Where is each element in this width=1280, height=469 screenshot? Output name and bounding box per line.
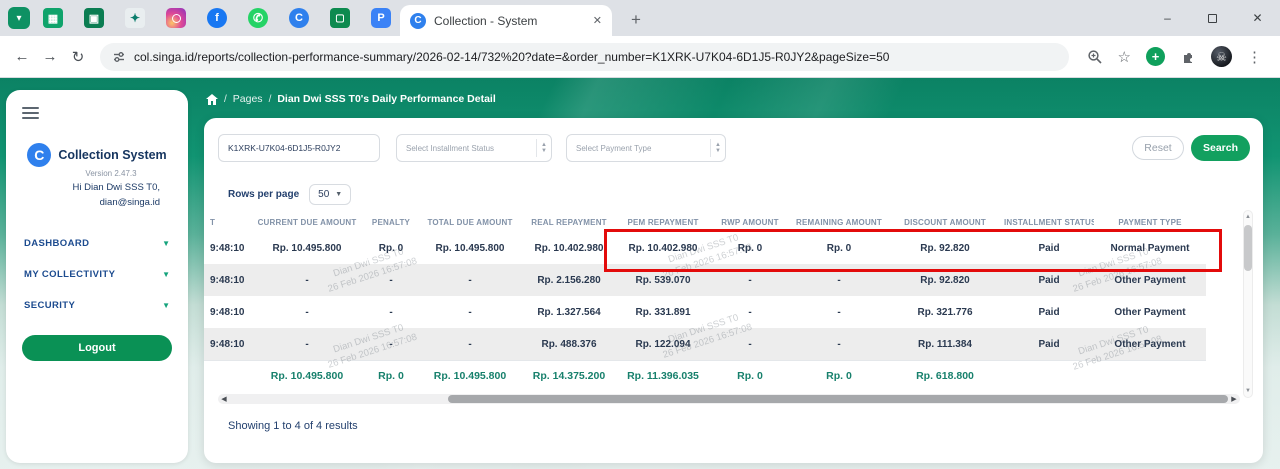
pinned-tab-p-icon[interactable]: P [371, 8, 391, 28]
rows-per-page-select[interactable]: 50 ▼ [309, 184, 352, 205]
sidebar: C Collection System Version 2.47.3 Hi Di… [6, 90, 188, 463]
scroll-left-icon[interactable]: ◀ [218, 395, 230, 403]
reload-icon[interactable]: ↻ [64, 43, 92, 71]
extensions-puzzle-icon[interactable] [1180, 49, 1196, 65]
column-header[interactable]: T [204, 218, 252, 227]
table-row[interactable]: 9:48:10 - - - Rp. 1.327.564 Rp. 331.891 … [204, 296, 1206, 328]
column-header[interactable]: CURRENT DUE AMOUNT [252, 218, 362, 227]
back-icon[interactable]: ← [8, 43, 36, 71]
pinned-tab-whatsapp-icon[interactable]: ✆ [248, 8, 268, 28]
window-controls: – ✕ [1145, 0, 1280, 36]
sidebar-item-dashboard[interactable]: DASHBOARD ▼ [22, 228, 172, 259]
status-badge: Paid [1038, 338, 1060, 350]
chevron-down-icon: ▼ [335, 191, 343, 198]
page-background: C Collection System Version 2.47.3 Hi Di… [0, 78, 1280, 469]
pinned-tab-collection-icon[interactable]: C [289, 8, 309, 28]
breadcrumb: / Pages / Dian Dwi SSS T0's Daily Perfor… [206, 93, 496, 105]
app-name: Collection System [58, 148, 167, 162]
zoom-icon[interactable] [1087, 49, 1103, 65]
spinner-arrows-icon: ▲ ▼ [710, 139, 721, 157]
pinned-tab-box-icon[interactable]: ▣ [84, 8, 104, 28]
minimize-button[interactable]: – [1145, 0, 1190, 36]
home-icon[interactable] [206, 93, 218, 105]
menu-dots-icon[interactable]: ⋮ [1247, 48, 1262, 66]
logout-button[interactable]: Logout [22, 335, 172, 361]
tab-favicon-icon: C [410, 12, 426, 29]
logo-icon: C [27, 143, 52, 167]
sidebar-item-security[interactable]: SECURITY ▼ [22, 290, 172, 321]
column-header[interactable]: INSTALLMENT STATUS [1004, 218, 1094, 227]
table-row[interactable]: 9:48:10 - - - Rp. 488.376 Rp. 122.094 - … [204, 328, 1206, 360]
url-text: col.singa.id/reports/collection-performa… [134, 49, 890, 64]
tab-search-chevron-icon[interactable]: ▾ [8, 7, 30, 29]
browser-toolbar: ← → ↻ col.singa.id/reports/collection-pe… [0, 36, 1280, 78]
column-header[interactable]: REMAINING AMOUNT [792, 218, 886, 227]
column-header[interactable]: DISCOUNT AMOUNT [886, 218, 1004, 227]
results-table: T CURRENT DUE AMOUNT PENALTY TOTAL DUE A… [204, 212, 1206, 390]
pinned-tab-instagram-icon[interactable] [166, 8, 186, 28]
scroll-right-icon[interactable]: ▶ [1228, 395, 1240, 403]
status-badge: Paid [1038, 242, 1060, 254]
sidebar-menu: DASHBOARD ▼ MY COLLECTIVITY ▼ SECURITY ▼ [22, 228, 172, 321]
site-info-icon[interactable] [112, 50, 126, 64]
column-header[interactable]: PAYMENT TYPE [1094, 218, 1206, 227]
scroll-up-icon[interactable]: ▲ [1245, 211, 1251, 223]
chevron-down-icon: ▼ [162, 270, 170, 279]
rows-per-page: Rows per page 50 ▼ [228, 184, 352, 205]
table-header-row: T CURRENT DUE AMOUNT PENALTY TOTAL DUE A… [204, 212, 1206, 232]
tab-close-icon[interactable]: ✕ [593, 14, 602, 27]
chevron-down-icon: ▼ [162, 301, 170, 310]
column-header[interactable]: PENALTY [362, 218, 420, 227]
payment-type-select[interactable]: Select Payment Type ▲ ▼ [566, 134, 726, 162]
profile-avatar[interactable]: ☠ [1211, 46, 1232, 67]
scroll-down-icon[interactable]: ▼ [1245, 385, 1251, 397]
column-header[interactable]: RWP AMOUNT [708, 218, 792, 227]
horizontal-scrollbar[interactable]: ◀ ▶ [218, 394, 1240, 404]
sidebar-item-my-collectivity[interactable]: MY COLLECTIVITY ▼ [22, 259, 172, 290]
pinned-tab-facebook-icon[interactable]: f [207, 8, 227, 28]
status-badge: Paid [1038, 274, 1060, 286]
maximize-button[interactable] [1190, 0, 1235, 36]
results-count-text: Showing 1 to 4 of 4 results [228, 420, 358, 432]
search-button[interactable]: Search [1191, 135, 1250, 161]
hamburger-menu-icon[interactable] [22, 107, 39, 119]
column-header[interactable]: REAL REPAYMENT [520, 218, 618, 227]
toolbar-right-icons: ☆ + ☠ ⋮ [1077, 46, 1272, 67]
pinned-tabs: ▦ ▣ ✦ f ✆ C ▢ P [43, 8, 391, 28]
address-bar[interactable]: col.singa.id/reports/collection-performa… [100, 42, 1069, 71]
column-header[interactable]: PEM REPAYMENT [618, 218, 708, 227]
close-window-button[interactable]: ✕ [1235, 0, 1280, 36]
app-logo: C Collection System [22, 143, 172, 167]
active-tab[interactable]: C Collection - System ✕ [400, 5, 612, 36]
order-number-input[interactable] [218, 134, 380, 162]
forward-icon[interactable]: → [36, 43, 64, 71]
status-badge: Paid [1038, 306, 1060, 318]
pinned-tab-green-square-icon[interactable]: ▢ [330, 8, 350, 28]
table-row[interactable]: 9:48:10 Rp. 10.495.800 Rp. 0 Rp. 10.495.… [204, 232, 1206, 264]
vertical-scrollbar-thumb[interactable] [1244, 225, 1252, 271]
table-totals-row: Rp. 10.495.800 Rp. 0 Rp. 10.495.800 Rp. … [204, 360, 1206, 390]
user-email: dian@singa.id [99, 197, 160, 208]
spinner-arrows-icon: ▲ ▼ [536, 139, 547, 157]
installment-status-select[interactable]: Select Installment Status ▲ ▼ [396, 134, 552, 162]
tab-title: Collection - System [434, 13, 538, 28]
page-title: Dian Dwi SSS T0's Daily Performance Deta… [277, 93, 496, 105]
content-card: Select Installment Status ▲▼ Select Paym… [204, 118, 1263, 463]
reset-button[interactable]: Reset [1132, 136, 1184, 160]
pinned-tab-bird-icon[interactable]: ✦ [125, 8, 145, 28]
pinned-tab-grid-icon[interactable]: ▦ [43, 8, 63, 28]
table-row[interactable]: 9:48:10 - - - Rp. 2.156.280 Rp. 539.070 … [204, 264, 1206, 296]
column-header[interactable]: TOTAL DUE AMOUNT [420, 218, 520, 227]
user-greeting: Hi Dian Dwi SSS T0, [72, 182, 160, 193]
chevron-down-icon: ▼ [162, 239, 170, 248]
breadcrumb-pages[interactable]: Pages [233, 93, 263, 105]
extension-plus-icon[interactable]: + [1146, 47, 1165, 66]
browser-tab-strip: ▾ ▦ ▣ ✦ f ✆ C ▢ P C Collection - System … [0, 0, 1280, 36]
vertical-scrollbar[interactable]: ▲ ▼ [1243, 210, 1253, 398]
bookmark-star-icon[interactable]: ☆ [1118, 48, 1131, 66]
app-version: Version 2.47.3 [85, 169, 137, 178]
horizontal-scrollbar-thumb[interactable] [448, 395, 1228, 403]
new-tab-button[interactable]: + [622, 6, 650, 34]
